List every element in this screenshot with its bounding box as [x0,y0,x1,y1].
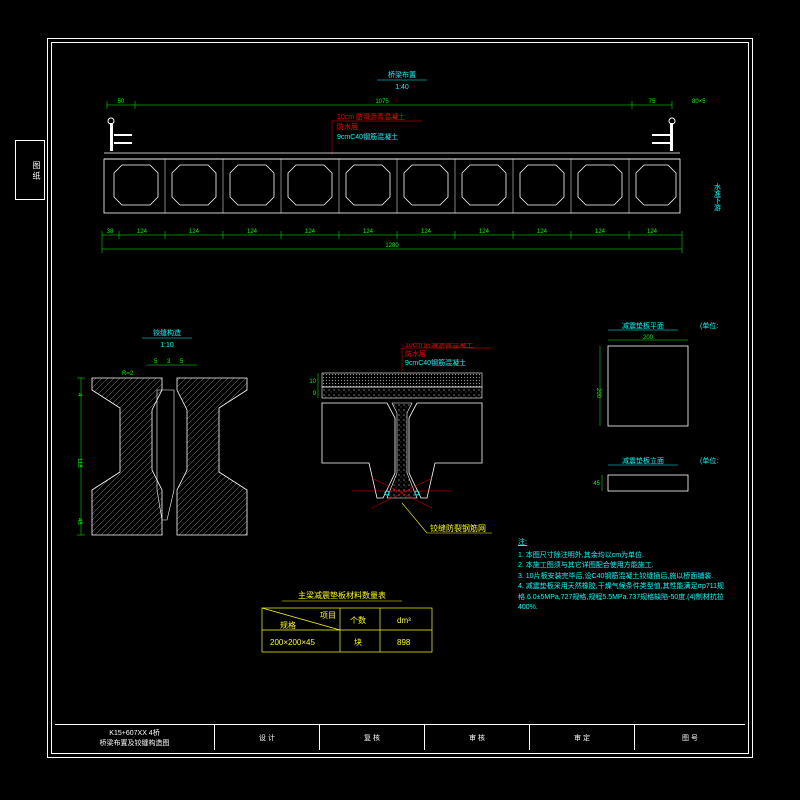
svg-text:减震垫板平面: 减震垫板平面 [622,321,664,330]
dim-top-right: 75 [649,99,656,105]
tb-review: 审 核 [425,725,530,750]
svg-text:124: 124 [247,229,258,235]
binding-tab: 图 纸 [15,140,45,200]
svg-text:项目: 项目 [320,611,336,620]
title-block: K15+607XX 4桥 桥梁布置及铰缝构造图 设 计 复 核 审 核 审 定 … [55,724,745,750]
svg-text:R=2: R=2 [122,371,134,377]
svg-text:(单位:mm): (单位:mm) [700,456,718,465]
dim-span-1: 124 [137,229,148,235]
main-scale: 1:40 [395,84,409,91]
guardrail-left [108,118,132,151]
dim-top-left: 50 [118,99,125,105]
svg-text:主梁减震垫板材料数量表: 主梁减震垫板材料数量表 [298,590,386,600]
tb-project: K15+607XX 4桥 桥梁布置及铰缝构造图 [55,725,215,750]
joint-scale: 1:10 [160,342,174,349]
svg-text:10: 10 [309,379,316,385]
binding-label: 图 纸 [32,161,41,179]
joint-detail: 铰缝构造 1:10 5 3 5 R=2 118 4 48 [67,323,297,563]
tb-approve: 审 定 [530,725,635,750]
deck-detail: 10cm 防滑沥青混凝土 防水层 9cmC40钢筋混凝土 10 9 铰缝防裂钢筋… [292,343,512,583]
tb-sheet-no: 图 号 [635,725,745,750]
dim-top-far: 80×5 [692,99,706,105]
svg-text:200×200×45: 200×200×45 [270,638,315,647]
svg-text:防水层: 防水层 [405,349,426,358]
dim-edge-l: 38 [107,229,114,235]
flow-label: 水准下游 [714,182,722,212]
material-table: 主梁减震垫板材料数量表 规格 项目 个数 dm³ 200×200×45 块 89… [252,588,452,668]
bearing-elev: 减震垫板立面 (单位:mm) 45 [588,453,718,513]
svg-text:个数: 个数 [350,615,366,625]
guardrail-right [652,118,675,151]
layer-3: 9cmC40钢筋混凝土 [337,132,398,141]
svg-text:45: 45 [593,481,600,487]
svg-text:9cmC40钢筋混凝土: 9cmC40钢筋混凝土 [405,358,466,367]
svg-text:124: 124 [537,229,548,235]
svg-text:48: 48 [76,518,82,525]
drawing-area: 桥梁布置 1:40 50 1075 75 80×5 10cm 防滑沥青混凝土 防… [51,42,749,754]
bearing-plan: 减震垫板平面 (单位:mm) 200 200 [588,318,718,448]
layer-2: 防水层 [337,122,358,131]
svg-text:5: 5 [180,359,184,365]
svg-text:9: 9 [313,391,317,397]
svg-text:124: 124 [305,229,316,235]
svg-text:124: 124 [479,229,490,235]
dim-top-center: 1075 [375,99,389,105]
svg-text:5: 5 [154,359,158,365]
main-title: 桥梁布置 [388,70,416,79]
drawing-frame: 桥梁布置 1:40 50 1075 75 80×5 10cm 防滑沥青混凝土 防… [47,38,753,758]
note-1: 1. 本图尺寸除注明外,其余均以cm为单位. [518,551,728,562]
svg-text:减震垫板立面: 减震垫板立面 [622,456,664,465]
note-3: 3. 10片板安装完毕后,设C40钢筋混凝土铰缝插后,施以桥面铺装. [518,572,728,583]
svg-text:10cm 防滑沥青混凝土: 10cm 防滑沥青混凝土 [405,343,473,349]
svg-text:124: 124 [189,229,200,235]
note-4: 4. 减震垫板采用天然橡胶,干燥气候条件类型值,其性能满足σp711规格.6.0… [518,582,728,614]
svg-text:124: 124 [363,229,374,235]
svg-text:124: 124 [595,229,606,235]
dim-total: 1280 [385,243,399,249]
svg-text:124: 124 [421,229,432,235]
note-2: 2. 本施工图须与其它详图配合使用方能施工. [518,561,728,572]
svg-text:200: 200 [643,335,654,341]
tb-check: 复 核 [320,725,425,750]
svg-text:块: 块 [354,637,362,647]
layer-1: 10cm 防滑沥青混凝土 [337,112,405,121]
joint-title: 铰缝构造 [153,328,181,337]
tb-design: 设 计 [215,725,320,750]
notes-block: 注: 1. 本图尺寸除注明外,其余均以cm为单位. 2. 本施工图须与其它详图配… [518,538,728,614]
svg-text:(单位:mm): (单位:mm) [700,321,718,330]
svg-text:200: 200 [595,388,601,399]
svg-text:898: 898 [397,638,411,647]
notes-header: 注: [518,538,728,549]
svg-text:3: 3 [167,359,171,365]
svg-text:规格: 规格 [280,620,296,630]
svg-text:124: 124 [647,229,658,235]
voids [114,165,676,205]
bridge-cross-section: 桥梁布置 1:40 50 1075 75 80×5 10cm 防滑沥青混凝土 防… [52,63,752,323]
svg-text:118: 118 [76,458,82,468]
svg-text:dm³: dm³ [397,616,411,625]
rebar-callout: 铰缝防裂钢筋网 [430,523,486,533]
